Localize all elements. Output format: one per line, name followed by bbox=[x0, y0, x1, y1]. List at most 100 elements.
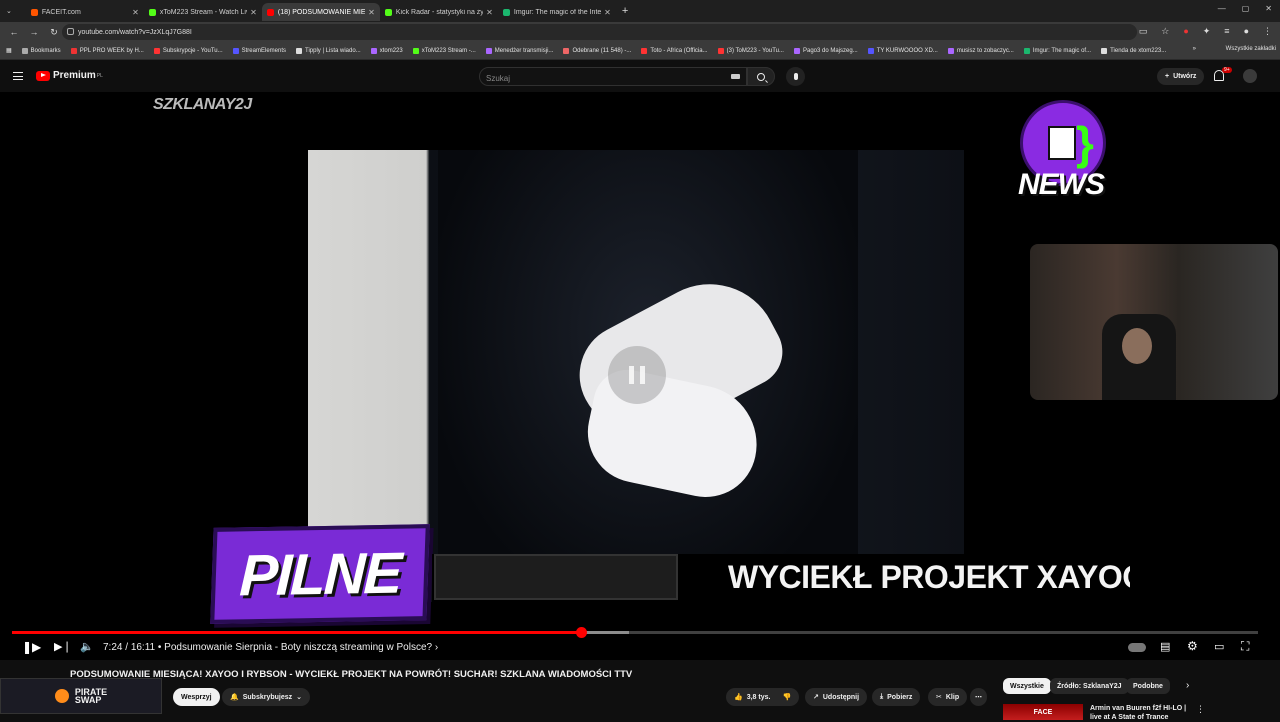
more-actions-button[interactable]: ⋯ bbox=[970, 688, 987, 706]
site-info-icon[interactable] bbox=[67, 28, 74, 35]
minimize-icon[interactable]: — bbox=[1218, 4, 1226, 13]
browser-tab-bar: ⌄ FACEIT.com✕xToM223 Stream - Watch Live… bbox=[0, 0, 1280, 22]
logo-region: PL bbox=[96, 72, 103, 79]
like-button[interactable]: 👍 3,8 tys. 👎 bbox=[726, 688, 800, 706]
bookmark-item[interactable]: StreamElements bbox=[232, 47, 286, 54]
filter-chip[interactable]: Podobne bbox=[1126, 678, 1170, 694]
chapter-title[interactable]: Podsumowanie Sierpnia - Boty niszczą str… bbox=[164, 642, 432, 653]
bookmark-item[interactable]: TY KURWOOOO XD... bbox=[867, 47, 938, 54]
bookmark-item[interactable]: Imgur: The magic of... bbox=[1023, 47, 1091, 54]
tab-0[interactable]: FACEIT.com ✕ bbox=[26, 3, 144, 21]
keyboard-icon[interactable] bbox=[731, 74, 740, 79]
apps-grid-icon[interactable]: ▦ bbox=[6, 47, 12, 54]
bookmark-item[interactable]: Pago3 do Majszeg... bbox=[793, 47, 858, 54]
related-menu-icon[interactable]: ⋮ bbox=[1196, 704, 1205, 715]
voice-search-button[interactable] bbox=[786, 67, 805, 86]
filter-chip[interactable]: Źródło: SzklanaY2J bbox=[1050, 678, 1129, 694]
bookmark-item[interactable]: (3) ToM223 - YouTu... bbox=[717, 47, 784, 54]
tab-title: xToM223 Stream - Watch Live o... bbox=[159, 8, 247, 16]
cast-icon[interactable]: ▭ bbox=[1139, 26, 1148, 37]
youtube-logo[interactable]: Premium PL bbox=[36, 70, 103, 81]
search-button[interactable] bbox=[747, 67, 775, 86]
create-button[interactable]: + Utwórz bbox=[1157, 68, 1205, 85]
scrubber-handle[interactable] bbox=[576, 627, 588, 638]
volume-icon[interactable]: 🔈 bbox=[80, 640, 94, 653]
new-tab-button[interactable]: + bbox=[622, 5, 628, 17]
extension-icon[interactable]: ● bbox=[1183, 26, 1188, 37]
reload-icon[interactable]: ↻ bbox=[48, 27, 60, 38]
thumb-down-icon[interactable]: 👎 bbox=[782, 693, 791, 701]
media-icon[interactable]: ≡ bbox=[1224, 26, 1229, 37]
pilne-banner: PILNE bbox=[210, 524, 430, 624]
settings-gear-icon[interactable]: ⚙ bbox=[1187, 639, 1198, 653]
related-title[interactable]: Armin van Buuren f2f HI-LO | live at A S… bbox=[1090, 704, 1190, 722]
search-input[interactable] bbox=[480, 70, 720, 87]
autoplay-toggle[interactable] bbox=[1128, 643, 1146, 652]
pirate-skull-icon bbox=[54, 689, 69, 703]
clip-button[interactable]: ✂ Klip bbox=[928, 688, 968, 706]
bookmark-favicon-icon bbox=[412, 47, 419, 54]
video-player[interactable]: SZKLANAY2J } NEWS PILNE WYCIEKŁ PROJEKT … bbox=[0, 92, 1280, 660]
bookmark-item[interactable]: Menedżer transmisji... bbox=[485, 47, 553, 54]
tab-search-icon[interactable]: ⌄ bbox=[6, 7, 12, 15]
tab-1[interactable]: xToM223 Stream - Watch Live o...✕ bbox=[144, 3, 262, 21]
bookmark-item[interactable]: Odebrane (11 548) -... bbox=[563, 47, 631, 54]
bookmark-label: xToM223 Stream -... bbox=[421, 47, 476, 54]
forward-icon[interactable]: → bbox=[28, 27, 40, 37]
all-bookmarks[interactable]: Wszystkie zakładki bbox=[1226, 46, 1276, 52]
filter-chip[interactable]: Wszystkie bbox=[1003, 678, 1051, 694]
tab-close-icon[interactable]: ✕ bbox=[368, 8, 375, 17]
fullscreen-icon[interactable]: ⛶ bbox=[1241, 639, 1249, 654]
news-ticker: WYCIEKŁ PROJEKT XAYOO NA bbox=[432, 554, 1130, 604]
maximize-icon[interactable]: ▢ bbox=[1242, 4, 1250, 13]
omnibox[interactable]: youtube.com/watch?v=JzXLqJ7G88I bbox=[62, 24, 1137, 40]
related-thumbnail[interactable]: FACE bbox=[1003, 704, 1083, 720]
play-pause-icon[interactable]: ❚▶ bbox=[22, 640, 41, 654]
bookmark-item[interactable]: Toto - Africa (Officia... bbox=[641, 47, 708, 54]
bookmark-item[interactable]: Subskrypcje - YouTu... bbox=[153, 47, 223, 54]
back-icon[interactable]: ← bbox=[8, 27, 20, 37]
subscribed-button[interactable]: 🔔 Subskrybujesz ⌄ bbox=[222, 688, 311, 706]
share-button[interactable]: ↗ Udostępnij bbox=[805, 688, 868, 706]
bookmark-star-icon[interactable]: ☆ bbox=[1161, 26, 1169, 37]
mic-icon bbox=[793, 73, 798, 80]
bookmark-item[interactable]: musisz to zobaczyc... bbox=[947, 47, 1014, 54]
pirate-swap-ad[interactable]: PIRATE SWAP bbox=[0, 678, 162, 714]
tab-4[interactable]: Imgur: The magic of the Interne...✕ bbox=[498, 3, 616, 21]
support-button[interactable]: Wesprzyj bbox=[173, 688, 220, 706]
bookmark-item[interactable]: xtom223 bbox=[370, 47, 403, 54]
more-bookmarks-icon[interactable]: » bbox=[1193, 46, 1196, 52]
url-text: youtube.com/watch?v=JzXLqJ7G88I bbox=[78, 28, 192, 36]
extensions-puzzle-icon[interactable]: ✦ bbox=[1203, 26, 1211, 37]
chips-next-icon[interactable]: › bbox=[1186, 680, 1189, 691]
bookmark-item[interactable]: Tienda de xtom223... bbox=[1101, 47, 1166, 54]
played-bar bbox=[12, 631, 582, 634]
profile-icon[interactable]: ● bbox=[1244, 26, 1249, 37]
bookmark-item[interactable]: xToM223 Stream -... bbox=[412, 47, 476, 54]
tab-close-icon[interactable]: ✕ bbox=[132, 8, 139, 17]
bookmark-item[interactable]: PPL PRO WEEK by H... bbox=[70, 47, 144, 54]
menu-dots-icon[interactable]: ⋮ bbox=[1263, 26, 1272, 37]
subtitles-icon[interactable]: ▤ bbox=[1160, 640, 1170, 653]
share-icon: ↗ bbox=[813, 694, 819, 701]
bookmark-item[interactable]: Bookmarks bbox=[21, 47, 61, 54]
pilne-text: PILNE bbox=[238, 540, 402, 608]
tab-close-icon[interactable]: ✕ bbox=[486, 8, 493, 17]
guide-menu-icon[interactable] bbox=[13, 72, 23, 80]
next-video-icon[interactable]: ▶❘ bbox=[54, 640, 72, 653]
tab-close-icon[interactable]: ✕ bbox=[604, 8, 611, 17]
tab-favicon-icon bbox=[384, 8, 392, 16]
tab-close-icon[interactable]: ✕ bbox=[250, 8, 257, 17]
channel-watermark: SZKLANAY2J bbox=[153, 96, 252, 113]
center-pause-icon[interactable] bbox=[608, 346, 666, 404]
close-window-icon[interactable]: ✕ bbox=[1265, 4, 1272, 13]
plus-icon: + bbox=[1165, 73, 1170, 80]
theater-mode-icon[interactable]: ▭ bbox=[1214, 640, 1224, 653]
tab-3[interactable]: Kick Radar - statystyki na żywo!✕ bbox=[380, 3, 498, 21]
bookmark-label: (3) ToM223 - YouTu... bbox=[726, 47, 784, 54]
download-button[interactable]: ⤓ Pobierz bbox=[872, 688, 921, 706]
progress-bar[interactable] bbox=[12, 627, 1258, 638]
tab-2[interactable]: (18) PODSUMOWANIE MIE... ✕ bbox=[261, 3, 380, 21]
bookmark-item[interactable]: Tipply | Lista wiado... bbox=[296, 47, 361, 54]
account-avatar[interactable] bbox=[1243, 69, 1257, 83]
